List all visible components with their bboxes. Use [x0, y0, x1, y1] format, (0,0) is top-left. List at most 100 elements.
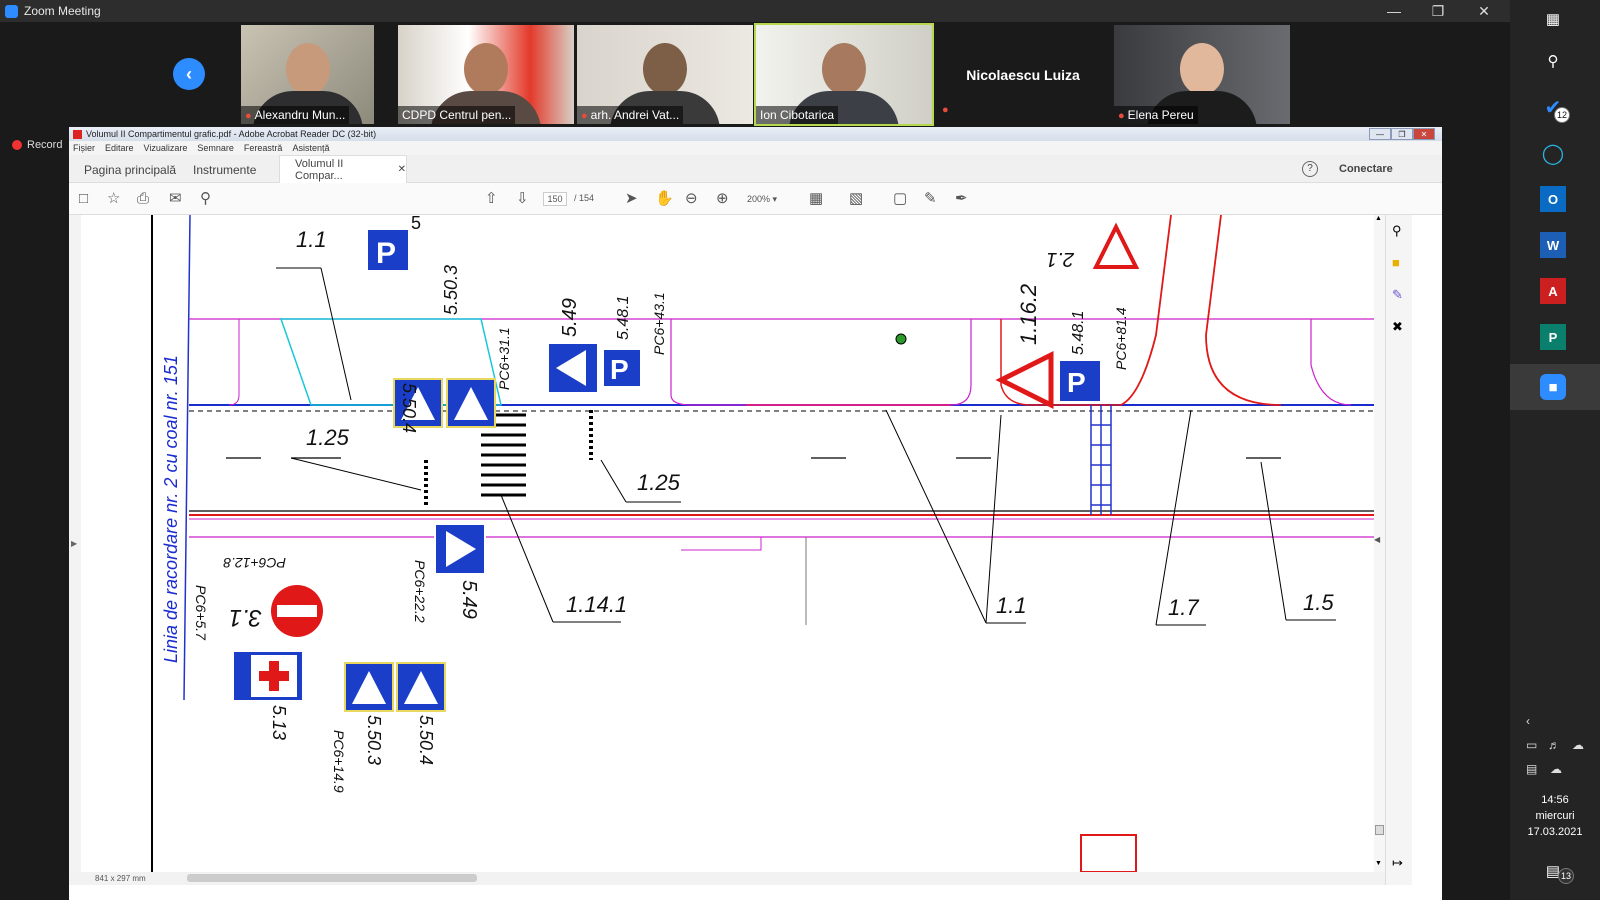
- comment-icon[interactable]: ▢: [893, 190, 907, 208]
- collapse-panel-icon[interactable]: ◀: [1374, 535, 1380, 544]
- svg-text:5.50.4: 5.50.4: [399, 383, 419, 433]
- project-icon[interactable]: P: [1540, 324, 1566, 350]
- close-icon[interactable]: ✕: [1462, 0, 1506, 22]
- search-icon[interactable]: ⚲: [1540, 48, 1566, 74]
- previous-page-button[interactable]: ‹: [173, 58, 205, 90]
- acrobat-icon[interactable]: A: [1540, 278, 1566, 304]
- zoom-in-icon[interactable]: ⊕: [716, 190, 729, 208]
- participant-tile-active-speaker[interactable]: Ion Cibotarica: [754, 23, 934, 126]
- chevron-left-icon: ‹: [186, 63, 192, 84]
- parking-sign: P: [1058, 359, 1102, 403]
- close-tab-icon[interactable]: ✕: [398, 164, 406, 175]
- menu-bar: Fișier Editare Vizualizare Semnare Ferea…: [69, 141, 1442, 155]
- chevron-left-icon[interactable]: ‹: [1526, 714, 1530, 728]
- menu-sign[interactable]: Semnare: [197, 143, 234, 153]
- connect-button[interactable]: Conectare: [1339, 163, 1393, 175]
- zoom-window-title: Zoom Meeting: [24, 4, 101, 18]
- participant-tile[interactable]: ● arh. Andrei Vat...: [577, 25, 753, 124]
- horizontal-scrollbar-thumb[interactable]: [187, 874, 477, 882]
- close-icon[interactable]: ✕: [1413, 128, 1435, 140]
- avatar: [822, 43, 866, 95]
- menu-edit[interactable]: Editare: [105, 143, 134, 153]
- zoom-app-icon[interactable]: ■: [1540, 374, 1566, 400]
- cloud-icon[interactable]: ☁: [1550, 762, 1562, 776]
- star-icon[interactable]: ☆: [107, 190, 120, 208]
- outlook-icon[interactable]: O: [1540, 186, 1566, 212]
- first-aid-sign: [232, 650, 304, 702]
- hand-tool-icon[interactable]: ✋: [655, 190, 674, 208]
- participant-tile[interactable]: ● Elena Pereu: [1114, 25, 1290, 124]
- avatar: [643, 43, 687, 95]
- tab-tools[interactable]: Instrumente: [193, 163, 256, 177]
- scroll-thumb[interactable]: [1375, 825, 1384, 835]
- zoom-out-icon[interactable]: ⊖: [685, 190, 698, 208]
- menu-view[interactable]: Vizualizare: [144, 143, 188, 153]
- participant-tile-no-video[interactable]: Nicolaescu Luiza: [937, 25, 1109, 124]
- left-panel-toggle[interactable]: ▶: [69, 215, 81, 885]
- toolbar: □ ☆ ⎙ ✉ ⚲ ⇧ ⇩ 150 / 154 ➤ ✋ ⊖ ⊕ 200% ▾ ▦…: [69, 183, 1442, 215]
- network-icon[interactable]: ▤: [1526, 762, 1537, 776]
- fit-page-icon[interactable]: ▦: [809, 190, 823, 208]
- restore-icon[interactable]: ❐: [1416, 0, 1460, 22]
- svg-text:P: P: [1067, 367, 1086, 398]
- battery-icon[interactable]: ▭: [1526, 738, 1537, 752]
- edge-icon[interactable]: ◯: [1540, 140, 1566, 166]
- menu-file[interactable]: Fișier: [73, 143, 95, 153]
- tools-icon[interactable]: ✖: [1392, 319, 1403, 335]
- page-number-input[interactable]: 150: [543, 192, 567, 206]
- windows-start-icon[interactable]: ▦: [1540, 6, 1566, 32]
- tab-document[interactable]: Volumul II Compar... ✕: [279, 155, 407, 183]
- pdf-page-view[interactable]: P P P 1.1 5 5.50.4 5.50.3 PC6+31.1 5.49 …: [81, 215, 1374, 872]
- scroll-up-icon[interactable]: ▲: [1375, 215, 1382, 222]
- restore-icon[interactable]: ❐: [1391, 128, 1413, 140]
- email-icon[interactable]: ✉: [169, 190, 182, 208]
- windows-taskbar: ▦ ⚲ ✔ 12 ◯ O W A P ■ ‹ ▭ ♬ ☁ ▤ ☁ 14:56 m…: [1510, 0, 1600, 900]
- svg-text:3.1: 3.1: [229, 604, 262, 631]
- print-icon[interactable]: ⎙: [137, 190, 149, 208]
- highlight-pen-icon[interactable]: ✎: [924, 190, 937, 208]
- menu-window[interactable]: Fereastră: [244, 143, 283, 153]
- search-icon[interactable]: ⚲: [200, 190, 211, 208]
- tab-home[interactable]: Pagina principală: [84, 163, 176, 177]
- page-size-label: 841 x 297 mm: [95, 874, 146, 883]
- participant-name: ● Alexandru Mun...: [241, 106, 350, 124]
- svg-text:PC6+22.2: PC6+22.2: [412, 560, 428, 623]
- minimize-icon[interactable]: —: [1369, 128, 1391, 140]
- svg-text:5.48.1: 5.48.1: [615, 296, 632, 340]
- svg-text:5.49: 5.49: [559, 298, 581, 337]
- comment-icon[interactable]: ■: [1392, 255, 1400, 270]
- prev-page-icon[interactable]: ⇧: [485, 190, 498, 208]
- zoom-page-icon[interactable]: ⚲: [1392, 223, 1402, 239]
- zoom-select[interactable]: 200% ▾: [747, 192, 797, 206]
- sign-icon[interactable]: ✒: [955, 190, 968, 208]
- expand-panel-icon[interactable]: ↦: [1392, 855, 1403, 871]
- onedrive-icon[interactable]: ☁: [1572, 738, 1584, 752]
- volume-icon[interactable]: ♬: [1548, 738, 1560, 752]
- one-way-sign: [434, 523, 486, 575]
- svg-text:PC6+12.8: PC6+12.8: [223, 555, 286, 571]
- save-icon[interactable]: □: [79, 190, 88, 208]
- svg-text:1.7: 1.7: [1168, 595, 1199, 620]
- chevron-right-icon: ▶: [71, 539, 78, 548]
- participant-tile[interactable]: ● Alexandru Mun...: [241, 25, 374, 124]
- select-tool-icon[interactable]: ➤: [625, 190, 638, 208]
- svg-text:1.1: 1.1: [996, 593, 1027, 618]
- svg-text:5.13: 5.13: [269, 705, 289, 740]
- fill-sign-icon[interactable]: ✎: [1392, 287, 1403, 303]
- scroll-mode-icon[interactable]: ▧: [849, 190, 863, 208]
- scroll-down-icon[interactable]: ▼: [1375, 860, 1382, 867]
- next-page-icon[interactable]: ⇩: [516, 190, 529, 208]
- record-button[interactable]: Record: [12, 139, 62, 151]
- word-icon[interactable]: W: [1540, 232, 1566, 258]
- svg-text:5: 5: [411, 215, 421, 233]
- help-icon[interactable]: ?: [1302, 161, 1318, 177]
- participant-tile[interactable]: CDPD Centrul pen...: [398, 25, 574, 124]
- parking-sign: P: [602, 348, 642, 388]
- svg-text:1.1: 1.1: [296, 227, 327, 252]
- menu-help[interactable]: Asistență: [292, 143, 329, 153]
- notifications-badge: 13: [1558, 868, 1574, 884]
- acrobat-window-title: Volumul II Compartimentul grafic.pdf - A…: [86, 129, 377, 139]
- zoom-app-icon: [5, 4, 18, 18]
- system-clock[interactable]: 14:56 miercuri 17.03.2021: [1510, 792, 1600, 840]
- minimize-icon[interactable]: —: [1372, 0, 1416, 22]
